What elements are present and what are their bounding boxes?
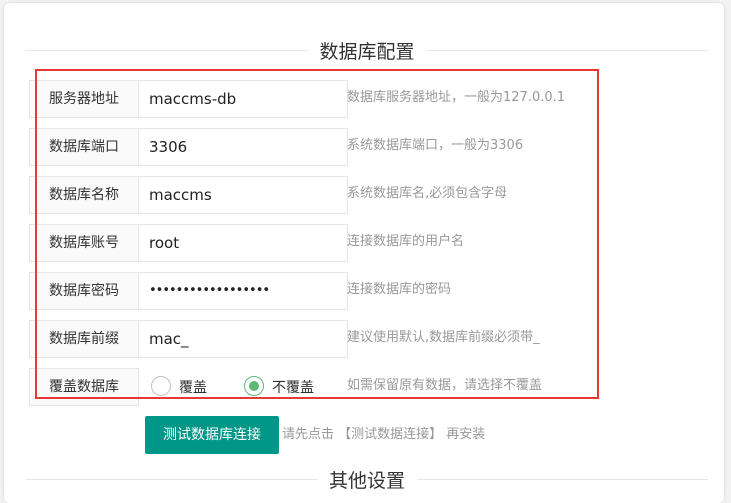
field-row-host: 服务器地址 maccms-db 数据库服务器地址，一般为127.0.0.1 bbox=[29, 80, 609, 118]
field-hint: 如需保留原有数据，请选择不覆盖 bbox=[347, 378, 543, 393]
field-row-password: 数据库密码 •••••••••••••••••• 连接数据库的密码 bbox=[29, 272, 609, 310]
prefix-input[interactable]: mac_ bbox=[138, 320, 348, 358]
field-hint: 数据库服务器地址，一般为127.0.0.1 bbox=[347, 90, 566, 105]
field-row-overwrite: 覆盖数据库 覆盖 不覆盖 如需保留原有数据，请选择不覆盖 bbox=[29, 368, 609, 406]
field-label: 覆盖数据库 bbox=[29, 368, 139, 406]
field-hint: 系统数据库名,必须包含字母 bbox=[347, 186, 508, 201]
section-title-text: 其他设置 bbox=[316, 466, 418, 493]
overwrite-radio-group: 覆盖 不覆盖 bbox=[138, 368, 348, 406]
radio-circle bbox=[151, 376, 171, 396]
password-input[interactable]: •••••••••••••••••• bbox=[138, 272, 348, 310]
field-hint: 连接数据库的密码 bbox=[347, 282, 452, 297]
field-row-prefix: 数据库前缀 mac_ 建议使用默认,数据库前缀必须带_ bbox=[29, 320, 609, 358]
radio-label: 覆盖 bbox=[179, 380, 207, 396]
field-hint: 系统数据库端口，一般为3306 bbox=[347, 138, 524, 153]
username-input[interactable]: root bbox=[138, 224, 348, 262]
section-title-text: 数据库配置 bbox=[307, 37, 427, 64]
radio-label: 不覆盖 bbox=[272, 380, 314, 396]
dbname-input[interactable]: maccms bbox=[138, 176, 348, 214]
field-row-user: 数据库账号 root 连接数据库的用户名 bbox=[29, 224, 609, 262]
radio-circle bbox=[244, 376, 264, 396]
field-label: 数据库账号 bbox=[29, 224, 139, 262]
field-label: 数据库密码 bbox=[29, 272, 139, 310]
field-hint: 连接数据库的用户名 bbox=[347, 234, 465, 249]
test-connection-button[interactable]: 测试数据库连接 bbox=[145, 416, 279, 454]
field-label: 数据库端口 bbox=[29, 128, 139, 166]
field-label: 数据库名称 bbox=[29, 176, 139, 214]
test-connection-tip: 请先点击 【测试数据连接】 再安装 bbox=[282, 427, 486, 442]
field-label: 数据库前缀 bbox=[29, 320, 139, 358]
field-hint: 建议使用默认,数据库前缀必须带_ bbox=[347, 330, 540, 345]
field-label: 服务器地址 bbox=[29, 80, 139, 118]
db-config-section-title: 数据库配置 bbox=[26, 37, 708, 64]
field-row-dbname: 数据库名称 maccms 系统数据库名,必须包含字母 bbox=[29, 176, 609, 214]
field-row-port: 数据库端口 3306 系统数据库端口，一般为3306 bbox=[29, 128, 609, 166]
host-input[interactable]: maccms-db bbox=[138, 80, 348, 118]
port-input[interactable]: 3306 bbox=[138, 128, 348, 166]
other-section-title: 其他设置 bbox=[26, 466, 708, 493]
